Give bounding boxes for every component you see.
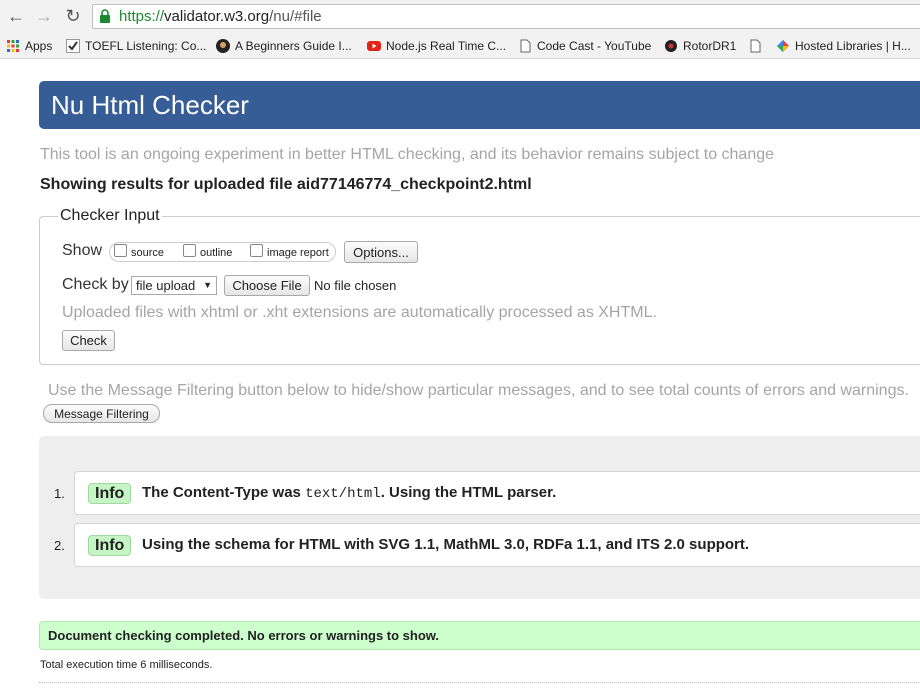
- checkmark-icon: [66, 39, 80, 53]
- upload-note: Uploaded files with xhtml or .xht extens…: [62, 304, 657, 321]
- info-badge: Info: [88, 535, 132, 556]
- no-file-text: No file chosen: [314, 278, 397, 293]
- message-number: 1.: [54, 486, 65, 501]
- circle-icon: [665, 40, 677, 52]
- page-icon: [750, 39, 761, 53]
- message-item: Info Using the schema for HTML with SVG …: [74, 523, 920, 567]
- info-badge: Info: [88, 483, 132, 504]
- intro-text: This tool is an ongoing experiment in be…: [40, 146, 775, 163]
- youtube-icon: [367, 41, 381, 51]
- bookmark-code-cast[interactable]: Code Cast - YouTube: [518, 38, 651, 54]
- apps-grid-icon: [7, 40, 19, 52]
- message-filtering-button[interactable]: Message Filtering: [43, 404, 160, 423]
- chevron-down-icon: ▼: [203, 280, 212, 290]
- page-header: Nu Html Checker: [39, 81, 920, 129]
- success-text: Document checking completed. No errors o…: [48, 628, 440, 643]
- show-label: Show: [62, 242, 103, 259]
- options-button[interactable]: Options...: [344, 241, 418, 263]
- browser-toolbar: ← → ↻ https://validator.w3.org/nu/#file: [0, 0, 920, 34]
- lock-icon: [100, 9, 110, 23]
- results-panel: [39, 436, 920, 599]
- execution-time: Total execution time 6 milliseconds.: [40, 659, 213, 671]
- bookmark-rotordr1[interactable]: RotorDR1: [664, 38, 736, 54]
- bookmark-nodejs[interactable]: Node.js Real Time C...: [367, 38, 506, 54]
- bookmarks-bar: Apps TOEFL Listening: Co... A Beginners …: [0, 34, 920, 59]
- success-banner: Document checking completed. No errors o…: [39, 621, 920, 650]
- message-text: The Content-Type was text/html. Using th…: [142, 484, 557, 502]
- divider: [39, 682, 920, 683]
- address-bar[interactable]: https://validator.w3.org/nu/#file: [92, 4, 920, 29]
- bookmark-page[interactable]: [748, 38, 767, 54]
- bookmark-apps[interactable]: Apps: [6, 38, 52, 54]
- forward-arrow-icon[interactable]: →: [33, 5, 55, 27]
- message-number: 2.: [54, 538, 65, 553]
- check-button[interactable]: Check: [62, 330, 115, 351]
- avatar-icon: [216, 39, 230, 53]
- image-report-checkbox[interactable]: image report: [250, 244, 329, 259]
- reload-icon[interactable]: ↻: [62, 5, 84, 27]
- source-checkbox[interactable]: source: [114, 244, 164, 259]
- bookmark-hosted-libraries[interactable]: Hosted Libraries | H...: [776, 38, 911, 54]
- page-title: Nu Html Checker: [51, 90, 249, 120]
- bookmark-beginners-guide[interactable]: A Beginners Guide I...: [216, 38, 352, 54]
- google-icon: [777, 40, 789, 52]
- filter-note: Use the Message Filtering button below t…: [48, 382, 909, 399]
- bookmark-toefl[interactable]: TOEFL Listening: Co...: [66, 38, 206, 54]
- message-text: Using the schema for HTML with SVG 1.1, …: [142, 536, 750, 553]
- check-by-label: Check by: [62, 276, 129, 293]
- choose-file-button[interactable]: Choose File: [224, 275, 310, 296]
- results-heading: Showing results for uploaded file aid771…: [40, 176, 532, 193]
- message-item: Info The Content-Type was text/html. Usi…: [74, 471, 920, 515]
- url-text: https://validator.w3.org/nu/#file: [119, 8, 322, 25]
- page-icon: [520, 39, 531, 53]
- back-arrow-icon[interactable]: ←: [5, 5, 27, 27]
- outline-checkbox[interactable]: outline: [183, 244, 232, 259]
- checker-input-legend: Checker Input: [58, 207, 162, 225]
- check-by-select[interactable]: file upload ▼: [131, 276, 217, 295]
